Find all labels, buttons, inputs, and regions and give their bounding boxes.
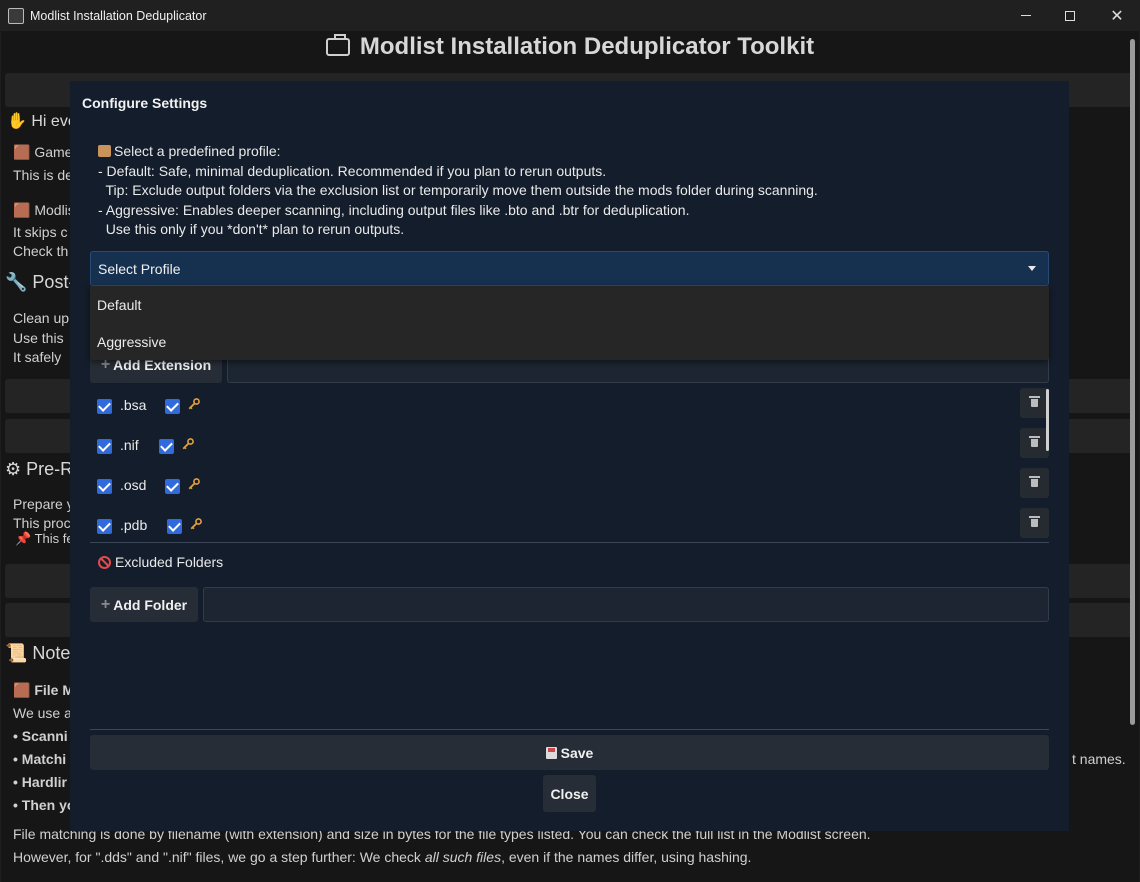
profile-dropdown-list: Default Aggressive [90, 286, 1049, 360]
bg-line: • Scanni [13, 728, 68, 744]
extension-list-scrollbar[interactable] [1046, 389, 1049, 451]
package-icon [98, 145, 111, 157]
window-titlebar: Modlist Installation Deduplicator ✕ [0, 0, 1140, 31]
profile-select-value: Select Profile [98, 260, 181, 277]
key-icon [190, 518, 202, 530]
bg-line: Check th [13, 243, 69, 259]
extension-row: .osd [90, 473, 1020, 501]
extension-row: .nif [90, 433, 1020, 461]
chevron-down-icon [1028, 266, 1036, 271]
bg-post-heading: 🔧 Post- [5, 272, 75, 292]
profile-option-aggressive[interactable]: Aggressive [90, 323, 1049, 360]
divider [90, 729, 1049, 730]
bg-game-label: 🟫 Game [13, 144, 73, 160]
bg-line: Use this [13, 330, 64, 346]
extension-enabled-checkbox[interactable] [97, 479, 112, 494]
profile-description-line: - Aggressive: Enables deeper scanning, i… [98, 202, 690, 218]
add-folder-button[interactable]: + Add Folder [90, 587, 198, 622]
toolbox-icon [325, 34, 350, 56]
app-heading-text: Modlist Installation Deduplicator Toolki… [359, 33, 815, 60]
bg-line: • Matchi [13, 751, 67, 767]
plus-icon: + [100, 595, 111, 613]
extension-name: .osd [120, 477, 147, 493]
extension-hash-checkbox[interactable] [167, 519, 182, 534]
key-icon [182, 438, 194, 450]
extension-hash-checkbox[interactable] [165, 479, 180, 494]
profile-description-line: Select a predefined profile: [98, 143, 281, 159]
extension-enabled-checkbox[interactable] [97, 439, 112, 454]
maximize-button[interactable] [1047, 0, 1093, 31]
bg-modlist-label: 🟫 Modlis [13, 202, 75, 218]
delete-extension-button[interactable] [1020, 468, 1049, 498]
profile-description-line: Use this only if you *don't* plan to rer… [98, 221, 405, 237]
folder-input[interactable] [203, 587, 1049, 622]
trash-icon [1029, 476, 1040, 487]
bg-line: This is de [13, 167, 73, 183]
divider [90, 542, 1049, 543]
prohibited-icon [98, 555, 111, 569]
trash-icon [1029, 516, 1040, 527]
delete-extension-button[interactable] [1020, 508, 1049, 538]
bg-pre-heading: ⚙ Pre-R [5, 459, 74, 479]
floppy-disk-icon [545, 746, 557, 759]
delete-extension-button[interactable] [1020, 428, 1049, 458]
delete-extension-button[interactable] [1020, 388, 1049, 418]
maximize-icon [1065, 10, 1075, 21]
extension-row: .pdb [90, 513, 1020, 541]
bg-line: 📌 This fe [15, 531, 74, 546]
bg-line: It skips c [13, 224, 68, 240]
minimize-icon [1021, 15, 1031, 16]
window-title: Modlist Installation Deduplicator [30, 8, 207, 23]
extension-enabled-checkbox[interactable] [97, 399, 112, 414]
extension-row: .bsa [90, 393, 1020, 421]
bg-line: However, for ".dds" and ".nif" files, we… [13, 849, 752, 865]
bg-line: It safely [13, 349, 62, 365]
extension-enabled-checkbox[interactable] [97, 519, 112, 534]
bg-notes-heading: 📜 Notes [5, 643, 80, 663]
extension-name: .nif [120, 437, 139, 453]
close-window-button[interactable]: ✕ [1094, 0, 1140, 31]
profile-select[interactable]: Select Profile [90, 251, 1049, 286]
dialog-title: Configure Settings [82, 95, 208, 111]
app-heading: Modlist Installation Deduplicator Toolki… [1, 33, 1139, 61]
bg-line: • Hardlir [13, 774, 67, 790]
bg-line: We use a [13, 705, 72, 721]
extension-hash-checkbox[interactable] [159, 439, 174, 454]
bg-filem-label: 🟫 File M [13, 682, 74, 698]
trash-icon [1029, 436, 1040, 447]
key-icon [188, 398, 200, 410]
trash-icon [1029, 396, 1040, 407]
bg-scrollbar[interactable] [1130, 39, 1135, 725]
extension-name: .bsa [120, 397, 147, 413]
bg-greeting: ✋ Hi eve [7, 113, 77, 130]
close-icon: ✕ [1110, 7, 1124, 25]
save-button[interactable]: Save [90, 735, 1049, 770]
close-button[interactable]: Close [543, 775, 596, 812]
minimize-button[interactable] [1003, 0, 1049, 31]
key-icon [188, 478, 200, 490]
bg-line: This proc [13, 515, 71, 531]
bg-line: Prepare y [13, 496, 74, 512]
extension-hash-checkbox[interactable] [165, 399, 180, 414]
bg-line: t names. [1072, 751, 1126, 767]
profile-description-line: Tip: Exclude output folders via the excl… [98, 182, 818, 198]
extension-name: .pdb [120, 517, 148, 533]
profile-option-default[interactable]: Default [90, 286, 1049, 323]
app-icon [8, 7, 24, 24]
configure-settings-dialog: Configure Settings Select a predefined p… [70, 81, 1069, 831]
bg-line: • Then yo [13, 797, 76, 813]
excluded-folders-heading: Excluded Folders [98, 554, 223, 570]
profile-description-line: - Default: Safe, minimal deduplication. … [98, 163, 607, 179]
bg-line: Clean up [13, 310, 70, 326]
